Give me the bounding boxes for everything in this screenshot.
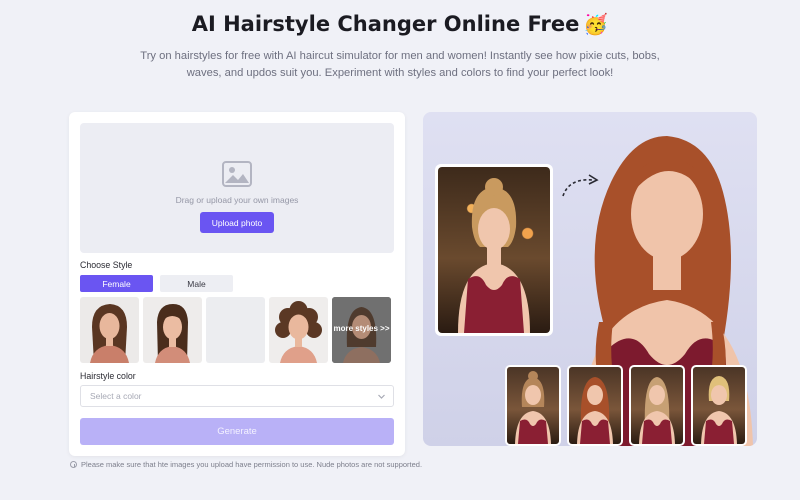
upload-notice: Please make sure that hte images you upl… xyxy=(70,460,422,469)
style-thumb-empty[interactable] xyxy=(206,297,265,363)
variant-thumb-2[interactable] xyxy=(567,365,623,446)
page-subtitle: Try on hairstyles for free with AI hairc… xyxy=(140,50,660,79)
upload-dropzone[interactable]: Drag or upload your own images Upload ph… xyxy=(80,123,394,253)
tab-male[interactable]: Male xyxy=(160,275,233,292)
page-title-text: AI Hairstyle Changer Online Free xyxy=(191,12,580,36)
hairstyle-color-select[interactable]: Select a color xyxy=(80,385,394,407)
party-face-icon: 🥳 xyxy=(583,12,609,36)
more-styles-label: more styles >> xyxy=(333,324,390,333)
editor-card: Drag or upload your own images Upload ph… xyxy=(69,112,405,456)
variant-thumb-1[interactable] xyxy=(505,365,561,446)
hairstyle-color-label: Hairstyle color xyxy=(80,371,136,381)
upload-notice-text: Please make sure that hte images you upl… xyxy=(81,460,423,469)
hairstyle-color-placeholder: Select a color xyxy=(90,391,142,401)
tab-female[interactable]: Female xyxy=(80,275,153,292)
choose-style-label: Choose Style xyxy=(80,260,133,270)
original-photo xyxy=(435,164,553,336)
style-thumb-bangs[interactable] xyxy=(143,297,202,363)
upload-hint: Drag or upload your own images xyxy=(175,195,299,205)
result-variants xyxy=(505,365,757,446)
style-thumb-long-waves[interactable] xyxy=(80,297,139,363)
before-after-showcase xyxy=(423,112,757,446)
more-styles-button[interactable]: more styles >> xyxy=(332,297,391,363)
variant-thumb-4[interactable] xyxy=(691,365,747,446)
image-icon xyxy=(222,161,252,192)
upload-photo-button[interactable]: Upload photo xyxy=(200,212,274,233)
style-thumbnails: more styles >> xyxy=(80,297,394,363)
style-thumb-curly-bob[interactable] xyxy=(269,297,328,363)
page-title: AI Hairstyle Changer Online Free 🥳 xyxy=(0,12,800,36)
variant-thumb-3[interactable] xyxy=(629,365,685,446)
chevron-down-icon xyxy=(377,392,386,403)
generate-button[interactable]: Generate xyxy=(80,418,394,445)
info-icon xyxy=(70,461,77,468)
